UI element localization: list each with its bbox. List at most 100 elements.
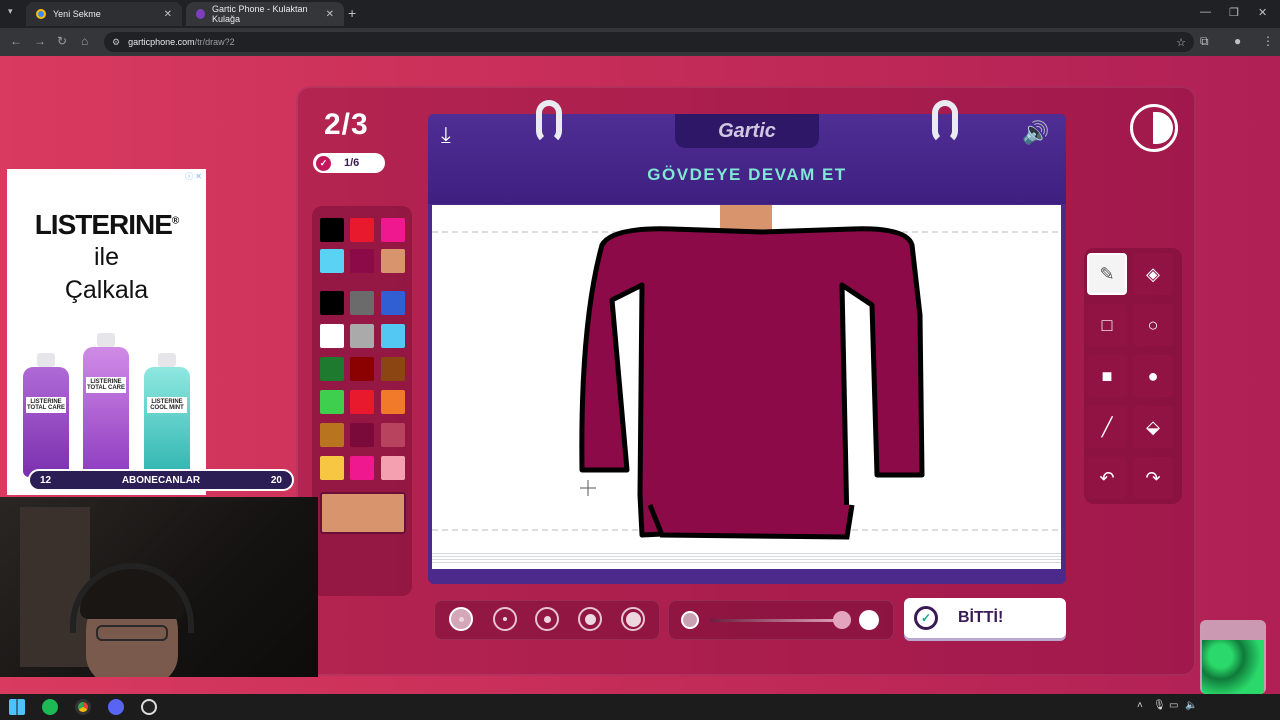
undo-button[interactable]: ↶ [1087,457,1127,499]
volume-icon[interactable]: 🔈 [1185,700,1197,711]
profile-icon[interactable]: ● [1234,34,1241,48]
color-swatch[interactable] [350,249,374,273]
listerine-ad[interactable]: ⓘ ✕ LISTERINE® ile Çalkala LISTERINE TOT… [7,169,206,495]
pencil-icon: ✎ [1099,263,1115,284]
sweater-drawing [579,226,925,538]
color-swatch[interactable] [381,357,405,381]
forward-icon[interactable]: → [34,34,46,48]
opacity-slider-handle[interactable] [833,611,851,629]
brush-size-3[interactable] [535,607,559,631]
subscriber-goal: 20 [270,474,282,486]
site-info-icon[interactable]: ⚙ [112,37,120,48]
brush-size-1[interactable] [449,607,473,631]
bottle-image: LISTERINE TOTAL CARE [23,353,69,477]
close-window-icon[interactable]: ✕ [1258,6,1267,19]
drawing-canvas[interactable] [432,205,1061,569]
brush-size-5[interactable] [621,607,645,631]
brush-size-4[interactable] [578,607,602,631]
selected-color-swatch [320,492,406,534]
color-swatch[interactable] [350,390,374,414]
minimize-icon[interactable]: — [1200,6,1211,18]
color-swatch[interactable] [320,291,344,315]
color-swatch[interactable] [350,291,374,315]
color-swatch[interactable] [381,390,405,414]
color-swatch[interactable] [381,249,405,273]
done-button[interactable]: ✓ BİTTİ! [904,598,1066,638]
ad-brand: LISTERINE® [34,209,180,240]
tray-chevron-icon[interactable]: ˄ [1137,700,1143,711]
color-swatch[interactable] [320,357,344,381]
tab-new-tab[interactable]: Yeni Sekme ✕ [26,2,182,26]
color-swatch[interactable] [320,218,344,242]
round-counter: 2/3 [324,108,369,141]
rectangle-filled-tool-button[interactable]: ■ [1087,355,1127,397]
progress-pill: ✓ 1/6 [313,153,385,173]
discord-icon[interactable] [108,699,124,715]
webcam-overlay [0,497,318,677]
bottle-image: LISTERINE COOL MINT [144,353,190,477]
download-icon[interactable]: ⤓ [441,122,451,148]
check-icon: ✓ [914,606,938,630]
ellipse-filled-tool-button[interactable]: ● [1133,355,1173,397]
color-swatch[interactable] [320,249,344,273]
color-swatch[interactable] [381,423,405,447]
glasses [96,625,168,641]
color-swatch[interactable] [320,324,344,348]
progress-text: 1/6 [344,157,360,169]
color-swatch[interactable] [350,218,374,242]
color-swatch[interactable] [381,218,405,242]
address-bar: ← → ↻ ⌂ ⚙ garticphone.com/tr/draw?2 ☆ ⧉ … [0,28,1280,56]
subscriber-goal-bar: 12 ABONECANLAR 20 [28,469,294,491]
sound-icon[interactable]: 🔊 [1022,120,1049,146]
color-swatch[interactable] [350,324,374,348]
chrome-icon [36,9,46,19]
reload-icon[interactable]: ↻ [57,34,67,48]
opacity-slider-track[interactable] [710,619,844,622]
color-swatch[interactable] [320,390,344,414]
fill-tool-button[interactable]: ⬙ [1133,406,1173,448]
ellipse-outline-tool-button[interactable]: ○ [1133,304,1173,346]
gartic-favicon-icon [196,9,206,19]
menu-kebab-icon[interactable]: ⋮ [1262,34,1274,48]
brush-size-2[interactable] [493,607,517,631]
color-swatch[interactable] [381,324,405,348]
theme-toggle-button[interactable] [1130,104,1178,152]
windows-start-icon[interactable] [9,699,25,715]
chrome-taskbar-icon[interactable] [75,699,91,715]
tab-gartic[interactable]: Gartic Phone - Kulaktan Kulağa ✕ [186,2,344,26]
network-icon[interactable]: ▭ [1169,700,1178,711]
color-swatch[interactable] [350,357,374,381]
redo-button[interactable]: ↷ [1133,457,1173,499]
square-outline-icon: □ [1101,314,1113,335]
follower-jar-widget [1200,620,1266,694]
spotify-icon[interactable] [42,699,58,715]
microphone-icon[interactable]: 🎙 [1153,700,1166,711]
pencil-tool-button[interactable]: ✎ [1087,253,1127,295]
close-tab-icon[interactable]: ✕ [326,9,334,20]
color-swatch[interactable] [381,456,405,480]
restore-icon[interactable]: ❐ [1229,6,1239,19]
color-swatch[interactable] [381,291,405,315]
url-input[interactable]: ⚙ garticphone.com/tr/draw?2 ☆ [104,32,1194,52]
webcam-background-door [20,507,90,667]
color-swatch[interactable] [320,456,344,480]
color-swatch[interactable] [350,456,374,480]
new-tab-icon[interactable]: + [348,5,356,21]
subscriber-current: 12 [40,474,52,486]
prompt-text: GÖVDEYE DEVAM ET [647,165,847,184]
color-swatch[interactable] [320,423,344,447]
bookmark-star-icon[interactable]: ☆ [1176,36,1186,49]
rectangle-outline-tool-button[interactable]: □ [1087,304,1127,346]
bottle-image: LISTERINE TOTAL CARE [83,333,129,477]
extensions-icon[interactable]: ⧉ [1200,34,1209,49]
color-swatch[interactable] [350,423,374,447]
tab-search-icon[interactable]: ▾ [8,6,13,17]
ad-info-icon[interactable]: ⓘ ✕ [185,171,202,182]
close-tab-icon[interactable]: ✕ [164,9,172,20]
back-icon[interactable]: ← [10,34,22,48]
obs-icon[interactable] [141,699,157,715]
home-icon[interactable]: ⌂ [81,34,88,48]
line-tool-button[interactable]: ╱ [1087,406,1127,448]
eraser-tool-button[interactable]: ◈ [1133,253,1173,295]
sweater-hem [647,504,855,540]
